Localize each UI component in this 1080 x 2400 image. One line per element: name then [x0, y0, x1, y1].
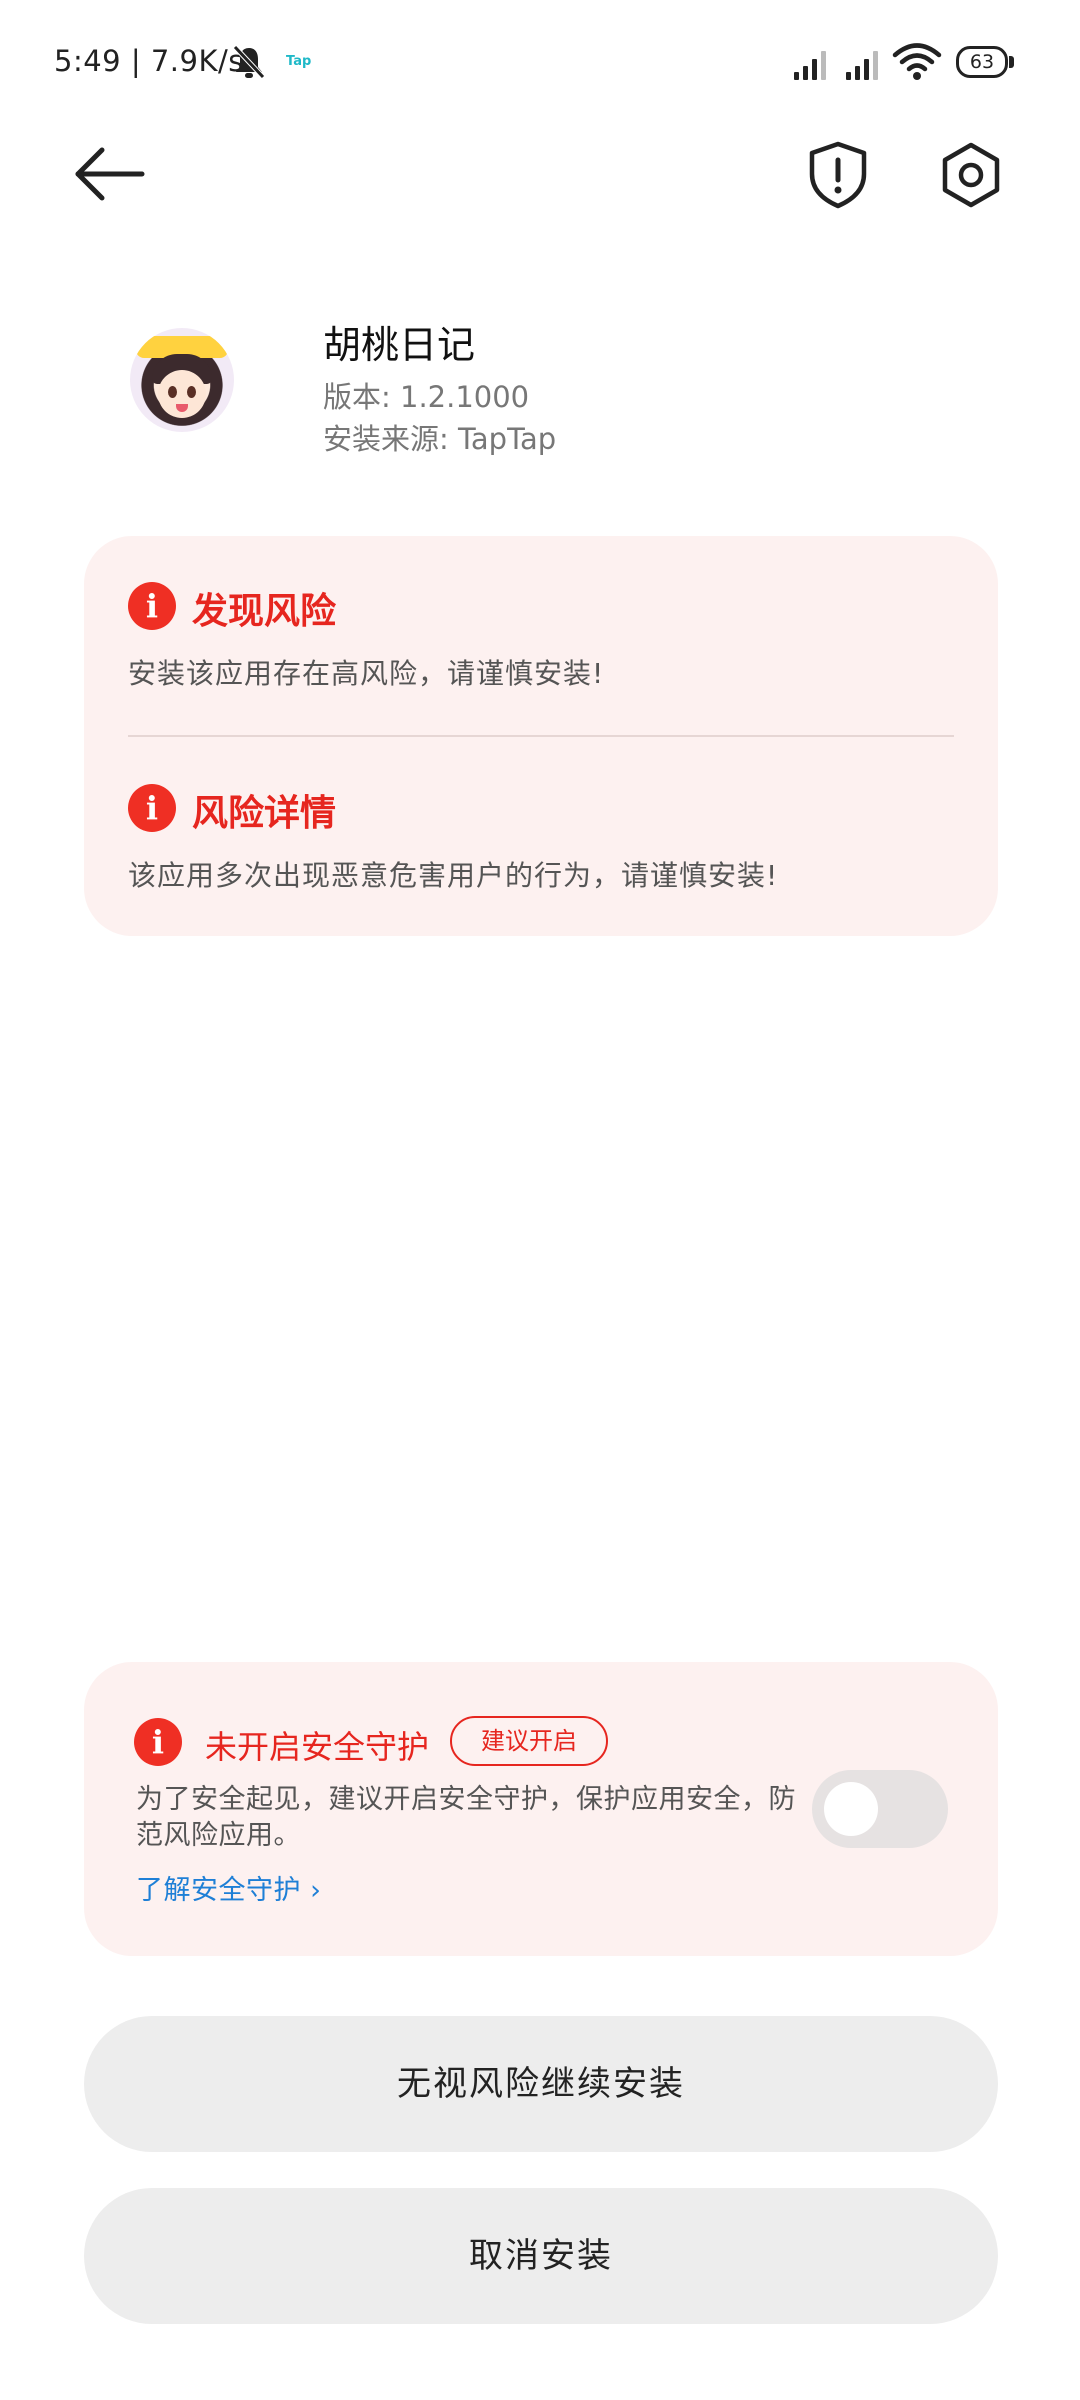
bell-muted-icon [233, 45, 265, 79]
status-separator: | [130, 44, 151, 78]
battery-nub [1009, 56, 1014, 68]
status-time: 5:49 [54, 44, 122, 78]
shield-alert-icon[interactable] [806, 140, 870, 210]
ignore-risk-continue-button[interactable]: 无视风险继续安装 [84, 2016, 998, 2152]
security-title: 未开启安全守护 [205, 1728, 430, 1766]
app-name: 胡桃日记 [323, 323, 476, 367]
risk-found-desc: 安装该应用存在高风险，请谨慎安装! [128, 657, 605, 690]
risk-info-icon: i [128, 582, 176, 630]
status-time-speed: 5:49 | 7.9K/s [54, 44, 244, 78]
risk-divider [128, 735, 954, 737]
app-icon-eye-left [168, 386, 177, 398]
battery-level: 63 [956, 46, 1008, 78]
back-arrow-icon[interactable] [72, 142, 152, 206]
security-info-icon: i [134, 1718, 182, 1766]
security-desc: 为了安全起见，建议开启安全守护，保护应用安全，防范风险应用。 [136, 1784, 796, 1851]
security-toggle[interactable] [812, 1770, 948, 1848]
app-icon-eye-right [187, 386, 196, 398]
risk-detail-desc: 该应用多次出现恶意危害用户的行为，请谨慎安装! [128, 859, 779, 892]
toggle-knob [824, 1782, 878, 1836]
risk-detail-info-icon: i [128, 784, 176, 832]
taptap-notification-icon: Tap [286, 54, 312, 69]
app-install-source: 安装来源: TapTap [323, 422, 557, 456]
wifi-icon [892, 43, 942, 80]
settings-gear-icon[interactable] [936, 140, 1006, 210]
risk-found-title: 发现风险 [192, 591, 337, 632]
learn-security-link[interactable]: 了解安全守护 › [136, 1868, 321, 1907]
recommend-enable-badge: 建议开启 [450, 1716, 608, 1766]
network-speed: 7.9K/s [150, 44, 244, 78]
signal-icon-2 [846, 51, 878, 80]
app-icon [130, 328, 234, 432]
cancel-install-button[interactable]: 取消安装 [84, 2188, 998, 2324]
signal-icon [794, 51, 826, 80]
app-version: 版本: 1.2.1000 [323, 380, 530, 414]
battery-icon: 63 [956, 46, 1016, 80]
risk-detail-title: 风险详情 [192, 793, 337, 834]
